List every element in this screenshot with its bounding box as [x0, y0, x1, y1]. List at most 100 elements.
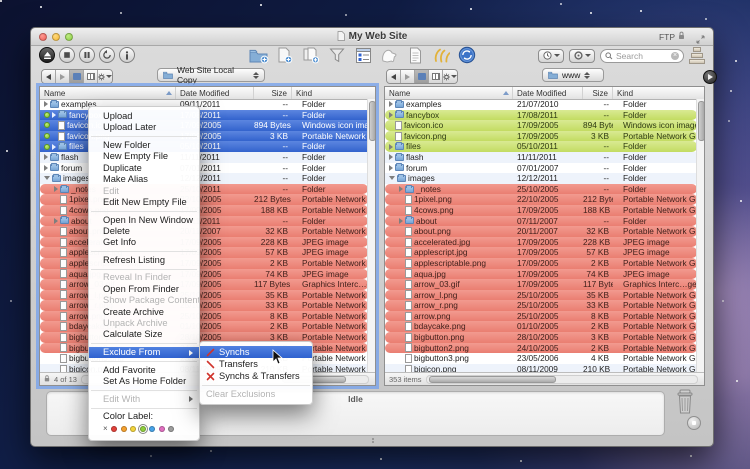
clear-label-button[interactable]: ×: [103, 425, 108, 433]
forward-button[interactable]: [401, 70, 415, 83]
disclosure-triangle-icon[interactable]: [44, 165, 48, 171]
info-button[interactable]: [119, 47, 135, 63]
menu-item-upload-later[interactable]: Upload Later: [89, 122, 199, 133]
table-row[interactable]: _notes25/10/2005--Folder: [385, 184, 697, 195]
menu-item-open-from-finder[interactable]: Open From Finder: [89, 284, 199, 295]
menu-item-open-in-new-window[interactable]: Open In New Window: [89, 215, 199, 226]
duplicate-file-icon[interactable]: [301, 46, 321, 64]
disclosure-triangle-icon[interactable]: [44, 176, 50, 180]
menu-item-exclude-from[interactable]: Exclude From: [89, 347, 199, 358]
disclosure-triangle-icon[interactable]: [52, 144, 56, 150]
refresh-button[interactable]: [99, 47, 115, 63]
left-path-dropdown[interactable]: Web Site Local Copy: [157, 68, 265, 82]
table-row[interactable]: bdaycake.png01/10/20052 KBPortable Netwo…: [385, 321, 697, 332]
table-row[interactable]: applescriptable.png17/09/20052 KBPortabl…: [385, 258, 697, 269]
disclosure-triangle-icon[interactable]: [389, 176, 395, 180]
table-row[interactable]: aqua.jpg17/09/200574 KBJPEG image: [385, 269, 697, 280]
table-row[interactable]: arrow_r.png25/10/200533 KBPortable Netwo…: [385, 300, 697, 311]
go-button[interactable]: [703, 70, 717, 84]
list-view-button[interactable]: [70, 70, 84, 83]
menu-item-synchs-transfers[interactable]: Synchs & Transfers: [200, 370, 312, 382]
waves-icon[interactable]: [431, 46, 451, 64]
menu-item-add-favorite[interactable]: Add Favorite: [89, 365, 199, 376]
menu-item-set-as-home-folder[interactable]: Set As Home Folder: [89, 376, 199, 387]
disclosure-triangle-icon[interactable]: [389, 165, 393, 171]
disclosure-triangle-icon[interactable]: [54, 218, 58, 224]
list-view-button[interactable]: [415, 70, 429, 83]
resize-grip[interactable]: [372, 438, 374, 444]
column-header-name[interactable]: Name: [40, 87, 176, 99]
column-header-kind[interactable]: Kind: [292, 87, 375, 99]
table-row[interactable]: applescript.jpg17/09/200557 KBJPEG image: [385, 247, 697, 258]
history-menu-button[interactable]: [538, 49, 564, 63]
gear-menu-button[interactable]: [98, 70, 112, 83]
disclosure-triangle-icon[interactable]: [44, 101, 48, 107]
new-file-icon[interactable]: [275, 46, 295, 64]
disclosure-triangle-icon[interactable]: [389, 112, 393, 118]
table-row[interactable]: bigbutton3.png23/05/20064 KBPortable Net…: [385, 353, 697, 364]
color-swatch[interactable]: [168, 426, 174, 432]
column-view-button[interactable]: [84, 70, 98, 83]
disclosure-triangle-icon[interactable]: [389, 101, 393, 107]
color-swatch[interactable]: [130, 426, 136, 432]
table-row[interactable]: about07/11/2007--Folder: [385, 216, 697, 227]
table-row[interactable]: flash11/11/2011--Folder: [385, 152, 697, 163]
titlebar[interactable]: My Web Site FTP: [31, 28, 713, 46]
document-icon[interactable]: [405, 46, 425, 64]
color-swatch[interactable]: [159, 426, 165, 432]
dog-icon[interactable]: [379, 46, 399, 64]
actions-menu-button[interactable]: [569, 49, 595, 63]
menu-item-calculate-size[interactable]: Calculate Size: [89, 329, 199, 340]
disclosure-triangle-icon[interactable]: [389, 154, 393, 160]
column-header-size[interactable]: Size: [254, 87, 292, 99]
eject-button[interactable]: [39, 47, 55, 63]
menu-item-upload[interactable]: Upload: [89, 111, 199, 122]
column-header-date-modified[interactable]: Date Modified: [176, 87, 254, 99]
column-header-name[interactable]: Name: [385, 87, 513, 99]
new-folder-icon[interactable]: [249, 46, 269, 64]
menu-item-get-info[interactable]: Get Info: [89, 237, 199, 248]
vertical-scrollbar[interactable]: [696, 99, 704, 373]
table-row[interactable]: forum07/01/2007--Folder: [385, 163, 697, 174]
menu-item-make-alias[interactable]: Make Alias: [89, 174, 199, 185]
table-row[interactable]: bigbutton2.png24/10/20052 KBPortable Net…: [385, 343, 697, 354]
bandwidth-icon[interactable]: [689, 47, 705, 64]
disclosure-triangle-icon[interactable]: [52, 112, 56, 118]
forward-button[interactable]: [56, 70, 70, 83]
horizontal-scrollbar[interactable]: [426, 375, 698, 384]
disclosure-triangle-icon[interactable]: [399, 218, 403, 224]
stop-button[interactable]: [59, 47, 75, 63]
search-clear-icon[interactable]: ×: [671, 52, 679, 60]
color-swatch[interactable]: [149, 426, 155, 432]
menu-item-create-archive[interactable]: Create Archive: [89, 307, 199, 318]
sync-icon[interactable]: [457, 46, 477, 64]
menu-item-new-empty-file[interactable]: New Empty File: [89, 151, 199, 162]
table-row[interactable]: accelerated.jpg17/09/2005228 KBJPEG imag…: [385, 237, 697, 248]
column-header-date-modified[interactable]: Date Modified: [513, 87, 583, 99]
disclosure-triangle-icon[interactable]: [389, 144, 393, 150]
menu-item-delete[interactable]: Delete: [89, 226, 199, 237]
table-row[interactable]: examples21/07/2010--Folder: [385, 99, 697, 110]
menu-item-edit-new-empty-file[interactable]: Edit New Empty File: [89, 197, 199, 208]
color-swatch[interactable]: [111, 426, 117, 432]
disclosure-triangle-icon[interactable]: [54, 186, 58, 192]
back-button[interactable]: [387, 70, 401, 83]
filter-icon[interactable]: [327, 46, 347, 64]
task-list-icon[interactable]: [353, 46, 373, 64]
table-row[interactable]: 4cows.png17/09/2005188 KBPortable Networ…: [385, 205, 697, 216]
color-swatch[interactable]: [121, 426, 127, 432]
vertical-scrollbar[interactable]: [367, 99, 375, 373]
table-row[interactable]: files05/10/2011--Folder: [385, 141, 697, 152]
color-swatch-selected[interactable]: [140, 426, 146, 432]
disclosure-triangle-icon[interactable]: [399, 186, 403, 192]
table-row[interactable]: favicon.ico17/09/2005894 BytesWindows ic…: [385, 120, 697, 131]
back-button[interactable]: [42, 70, 56, 83]
table-row[interactable]: arrow_03.gif17/09/2005117 BytesGraphics …: [385, 279, 697, 290]
menu-item-duplicate[interactable]: Duplicate: [89, 163, 199, 174]
right-path-dropdown[interactable]: www: [542, 68, 604, 82]
table-row[interactable]: 1pixel.png22/10/2005212 BytesPortable Ne…: [385, 194, 697, 205]
table-row[interactable]: bigbutton.png28/10/20053 KBPortable Netw…: [385, 332, 697, 343]
column-view-button[interactable]: [429, 70, 443, 83]
menu-item-transfers[interactable]: Transfers: [200, 358, 312, 370]
table-row[interactable]: favicon.png17/09/20053 KBPortable Networ…: [385, 131, 697, 142]
